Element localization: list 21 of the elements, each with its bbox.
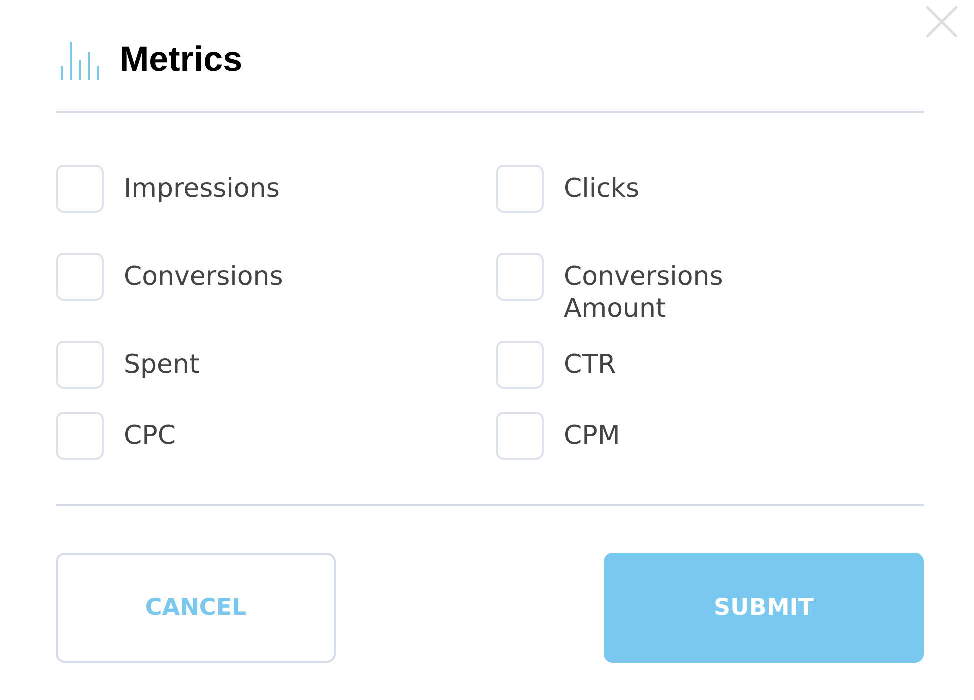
checkbox-label: Clicks xyxy=(564,173,640,205)
checkbox[interactable] xyxy=(496,253,544,301)
checkbox-label: CTR xyxy=(564,349,618,381)
checkbox-label: CPM xyxy=(564,420,622,452)
checkbox-label: Conversions Amount xyxy=(564,261,724,325)
cancel-button[interactable]: CANCEL xyxy=(56,553,336,663)
checkbox-label: Spent xyxy=(124,349,201,381)
checkbox[interactable] xyxy=(56,253,104,301)
bar-chart-icon xyxy=(60,40,100,80)
dialog-title: Metrics xyxy=(120,40,243,80)
checkbox-label: CPC xyxy=(124,420,177,452)
checkbox[interactable] xyxy=(496,412,544,460)
checkbox-label: Impressions xyxy=(124,173,281,205)
close-icon[interactable] xyxy=(925,5,959,39)
checkbox[interactable] xyxy=(496,341,544,389)
checkbox[interactable] xyxy=(496,165,544,213)
checkbox-label: Conversions xyxy=(124,261,284,293)
checkbox[interactable] xyxy=(56,165,104,213)
submit-button[interactable]: SUBMIT xyxy=(604,553,924,663)
checkbox[interactable] xyxy=(56,341,104,389)
checkbox[interactable] xyxy=(56,412,104,460)
